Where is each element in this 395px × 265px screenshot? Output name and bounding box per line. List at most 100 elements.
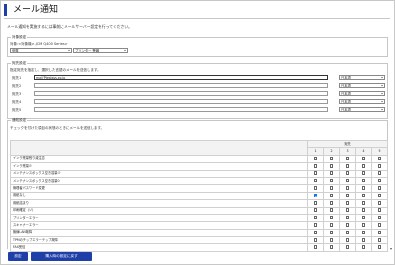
notify-checkbox-5[interactable] (377, 223, 382, 227)
notify-cell (355, 213, 372, 223)
notify-checkbox-4[interactable] (361, 230, 366, 235)
notify-cell (323, 176, 340, 186)
notify-checkbox-1[interactable] (313, 215, 318, 220)
notify-checkbox-1[interactable] (313, 208, 318, 212)
notify-checkbox-4[interactable] (361, 171, 366, 176)
notify-checkbox-4[interactable] (361, 201, 366, 205)
notify-checkbox-2[interactable] (329, 164, 334, 168)
notify-checkbox-5[interactable] (377, 230, 382, 235)
page-header: メール通知 (4, 3, 390, 19)
notify-checkbox-2[interactable] (329, 245, 334, 249)
notify-checkbox-5[interactable] (377, 156, 382, 161)
language-select-4[interactable]: 日本語 (339, 99, 385, 104)
notify-checkbox-5[interactable] (377, 245, 382, 249)
address-input-3[interactable] (34, 91, 328, 96)
notify-checkbox-2[interactable] (329, 193, 334, 198)
notify-cell (339, 243, 356, 252)
notify-checkbox-2[interactable] (329, 230, 334, 235)
notify-checkbox-2[interactable] (329, 208, 334, 212)
notify-checkbox-1[interactable] (313, 186, 318, 190)
address-input-1[interactable]: mail'Ptestsss.co.jp (34, 75, 328, 80)
notify-cell (339, 184, 356, 193)
language-select-5[interactable]: 日本語 (339, 107, 385, 112)
table-row: インク残量残り減注意 (10, 154, 389, 164)
notify-checkbox-2[interactable] (329, 215, 334, 220)
notify-checkbox-4[interactable] (361, 193, 366, 198)
notify-checkbox-1[interactable] (313, 201, 318, 205)
notify-checkbox-1[interactable] (313, 178, 318, 183)
address-input-5[interactable] (34, 107, 328, 112)
notify-checkbox-3[interactable] (345, 186, 350, 190)
language-select-3[interactable]: 日本語 (339, 91, 385, 96)
notify-cell (355, 236, 372, 245)
notify-cell (370, 206, 389, 215)
language-select-1[interactable]: 日本語 (339, 75, 385, 80)
notify-checkbox-3[interactable] (345, 208, 350, 212)
notify-checkbox-4[interactable] (361, 237, 366, 242)
notify-checkbox-5[interactable] (377, 237, 382, 242)
notify-checkbox-4[interactable] (361, 215, 366, 220)
notify-checkbox-3[interactable] (345, 164, 350, 168)
notify-checkbox-3[interactable] (345, 230, 350, 235)
notify-checkbox-3[interactable] (345, 201, 350, 205)
notify-cell (307, 243, 324, 252)
address-label-4: 宛先4 (12, 100, 22, 104)
notify-checkbox-1[interactable] (313, 230, 318, 235)
notify-checkbox-1[interactable] (313, 223, 318, 227)
notify-checkbox-4[interactable] (361, 164, 366, 168)
notify-checkbox-5[interactable] (377, 193, 382, 198)
notify-item-label: 用紙なし (10, 191, 308, 201)
notify-checkbox-1[interactable] (313, 164, 318, 168)
scroll-down-arrow-icon[interactable] (389, 245, 393, 253)
address-input-2[interactable] (34, 83, 328, 88)
notify-checkbox-4[interactable] (361, 178, 366, 183)
reset-defaults-button[interactable]: 購入時の設定に戻す (31, 252, 92, 261)
notify-checkbox-3[interactable] (345, 223, 350, 227)
notify-checkbox-1[interactable] (313, 156, 318, 161)
notify-checkbox-4[interactable] (361, 223, 366, 227)
notify-checkbox-1[interactable] (313, 171, 318, 176)
notify-checkbox-3[interactable] (345, 156, 350, 161)
notify-checkbox-5[interactable] (377, 201, 382, 205)
notify-checkbox-3[interactable] (345, 215, 350, 220)
notify-checkbox-4[interactable] (361, 156, 366, 161)
notify-checkbox-4[interactable] (361, 208, 366, 212)
notify-checkbox-5[interactable] (377, 186, 382, 190)
model-select[interactable]: 伊藤 (10, 48, 72, 53)
notify-checkbox-5[interactable] (377, 164, 382, 168)
notify-checkbox-1[interactable] (313, 237, 318, 242)
notify-checkbox-3[interactable] (345, 245, 350, 249)
notify-checkbox-2[interactable] (329, 171, 334, 176)
notify-checkbox-3[interactable] (345, 178, 350, 183)
status-select[interactable]: プリンター 警報 (73, 48, 128, 53)
notify-checkbox-1[interactable] (313, 245, 318, 249)
notify-checkbox-5[interactable] (377, 178, 382, 183)
notify-item-header (10, 140, 308, 156)
address-input-4[interactable] (34, 99, 328, 104)
notify-checkbox-5[interactable] (377, 215, 382, 220)
notify-checkbox-4[interactable] (361, 186, 366, 190)
apply-button[interactable]: 設定 (8, 252, 28, 261)
notify-cell (370, 162, 389, 171)
notify-checkbox-2[interactable] (329, 237, 334, 242)
notify-checkbox-5[interactable] (377, 208, 382, 212)
notify-cell (307, 221, 324, 230)
notify-checkbox-2[interactable] (329, 201, 334, 205)
notify-checkbox-3[interactable] (345, 193, 350, 198)
notify-checkbox-2[interactable] (329, 178, 334, 183)
notify-checkbox-4[interactable] (361, 245, 366, 249)
notify-instruction: チェックを付けた項目の状態のときにメールを送信します。 (10, 126, 105, 130)
notify-checkbox-3[interactable] (345, 171, 350, 176)
address-label-2: 宛先2 (12, 84, 22, 88)
notify-checkbox-2[interactable] (329, 156, 334, 161)
notify-cell (323, 199, 340, 208)
notify-checkbox-1[interactable] (313, 193, 318, 198)
notify-checkbox-3[interactable] (345, 237, 350, 242)
language-select-2[interactable]: 日本語 (339, 83, 385, 88)
notify-checkbox-5[interactable] (377, 171, 382, 176)
notify-checkbox-2[interactable] (329, 186, 334, 190)
notify-cell (370, 169, 389, 178)
notify-item-label: FAX受信 (10, 243, 308, 252)
notify-checkbox-2[interactable] (329, 223, 334, 227)
notify-item-label: TPMのチップエラーテップ故障 (10, 236, 308, 245)
